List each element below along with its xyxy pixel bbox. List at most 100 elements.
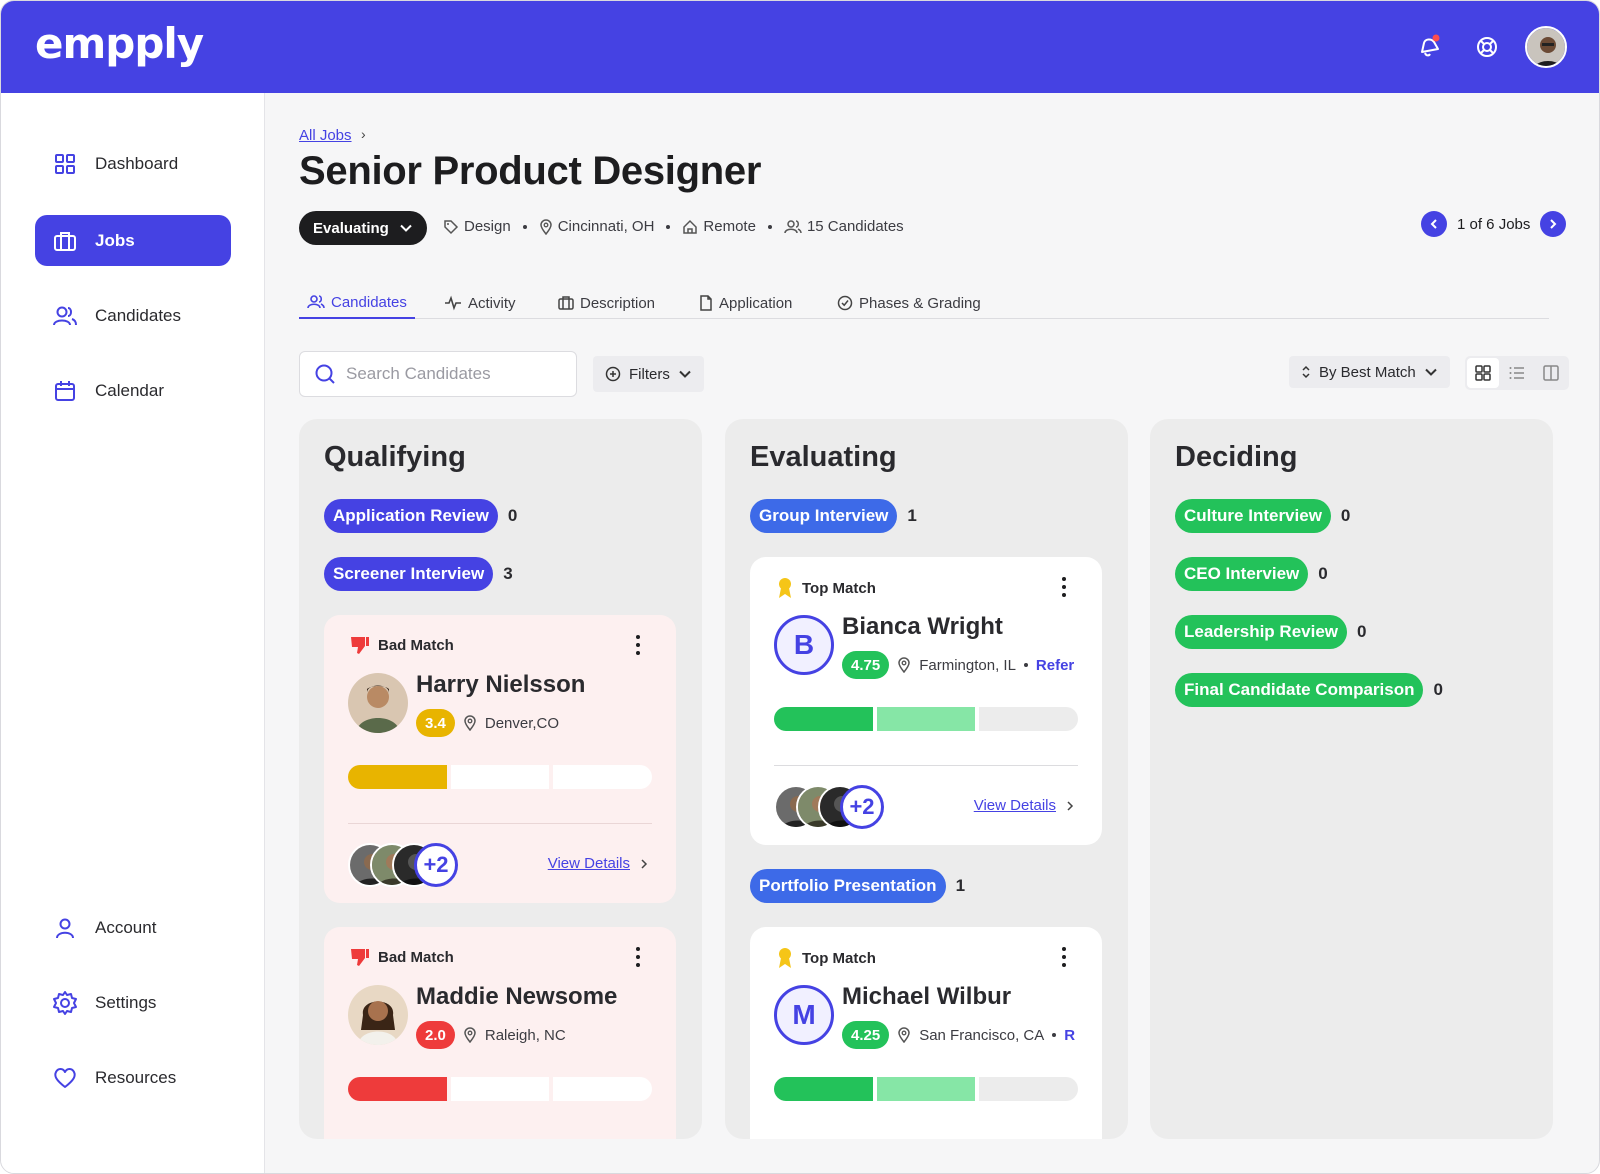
more-options-icon[interactable] [628, 945, 648, 969]
job-pager: 1 of 6 Jobs [1421, 211, 1567, 237]
sidebar-item-jobs[interactable]: Jobs [35, 215, 231, 266]
phase-pill[interactable]: Final Candidate Comparison [1175, 673, 1424, 707]
sidebar-item-account[interactable]: Account [35, 902, 231, 953]
check-circle-icon [837, 295, 853, 311]
refer-link[interactable]: Refer [1036, 657, 1074, 674]
phase-pill[interactable]: Application Review [324, 499, 498, 533]
phase-application-review: Application Review 0 [324, 499, 517, 533]
more-options-icon[interactable] [1054, 575, 1074, 599]
sidebar-item-label: Candidates [95, 305, 182, 325]
tab-application[interactable]: Application [699, 287, 792, 319]
candidate-card[interactable]: Bad Match Harry Nielsson 3.4 Denver,CO +… [324, 615, 676, 903]
meta-separator [522, 224, 527, 229]
candidate-card[interactable]: Top Match B Bianca Wright 4.75 Farmingto… [750, 557, 1102, 845]
filters-button[interactable]: Filters [593, 356, 704, 392]
more-options-icon[interactable] [1054, 945, 1074, 969]
tab-activity[interactable]: Activity [444, 287, 516, 319]
tab-phases-grading[interactable]: Phases & Grading [837, 287, 981, 319]
meta-separator [666, 224, 671, 229]
users-icon [784, 219, 802, 233]
candidate-name[interactable]: Bianca Wright [842, 613, 1003, 641]
candidate-initial-avatar: B [774, 615, 834, 675]
grade-progress-bar [348, 1077, 653, 1101]
sidebar-item-label: Settings [95, 992, 157, 1012]
tab-description[interactable]: Description [558, 287, 655, 319]
chevron-down-icon [679, 370, 691, 378]
sidebar-item-candidates[interactable]: Candidates [35, 290, 231, 341]
phase-group-interview: Group Interview 1 [750, 499, 917, 533]
sidebar-item-dashboard[interactable]: Dashboard [35, 138, 231, 189]
candidate-name[interactable]: Harry Nielsson [416, 671, 585, 699]
chevron-down-icon [1424, 368, 1437, 376]
candidate-name[interactable]: Michael Wilbur [842, 983, 1011, 1011]
more-options-icon[interactable] [628, 633, 648, 657]
logo[interactable]: empply [35, 19, 204, 68]
location-pin-icon [464, 1027, 476, 1043]
home-icon [683, 219, 698, 234]
phase-count: 1 [955, 876, 966, 895]
match-badge: Bad Match [350, 947, 454, 967]
sort-dropdown[interactable]: By Best Match [1289, 356, 1450, 388]
phase-pill[interactable]: CEO Interview [1175, 557, 1309, 591]
activity-pulse-icon [445, 295, 461, 311]
chevron-down-icon [400, 224, 412, 232]
sidebar-item-label: Dashboard [95, 153, 179, 173]
previous-job-button[interactable] [1421, 211, 1447, 237]
search-input[interactable] [346, 364, 566, 384]
phase-count: 0 [1433, 680, 1443, 699]
column-title: Evaluating [750, 441, 897, 473]
view-details-link[interactable]: View Details [974, 797, 1074, 814]
location-pin-icon [898, 1027, 910, 1043]
candidate-card[interactable]: Bad Match Maddie Newsome 2.0 Raleigh, NC [324, 927, 676, 1139]
phase-pill[interactable]: Screener Interview [324, 557, 494, 591]
sidebar-item-resources[interactable]: Resources [35, 1052, 231, 1103]
meta-separator [767, 224, 772, 229]
job-pager-text: 1 of 6 Jobs [1457, 215, 1531, 233]
app-window: empply Dashboard Jobs Candidates Calenda… [0, 0, 1600, 1174]
phase-count: 0 [1318, 564, 1328, 583]
list-view-button[interactable] [1501, 358, 1533, 388]
help-lifebuoy-icon[interactable] [1471, 31, 1503, 63]
candidate-name[interactable]: Maddie Newsome [416, 983, 617, 1011]
phase-pill[interactable]: Group Interview [750, 499, 898, 533]
notification-bell-icon[interactable] [1413, 31, 1445, 63]
next-job-button[interactable] [1540, 211, 1567, 237]
candidate-location: San Francisco, CA [919, 1026, 1045, 1044]
user-avatar[interactable] [1525, 26, 1567, 68]
phase-pill[interactable]: Culture Interview [1175, 499, 1331, 533]
board-view-button[interactable] [1467, 358, 1499, 388]
score-badge: 4.25 [842, 1021, 890, 1049]
phase-pill[interactable]: Portfolio Presentation [750, 869, 946, 903]
sidebar-item-label: Resources [95, 1067, 177, 1087]
more-reviewers-badge[interactable]: +2 [840, 785, 884, 829]
view-details-label: View Details [973, 797, 1056, 814]
phase-count: 1 [907, 506, 917, 525]
more-reviewers-badge[interactable]: +2 [414, 843, 458, 887]
phase-portfolio-presentation: Portfolio Presentation 1 [750, 869, 965, 903]
grade-progress-bar [774, 707, 1079, 731]
columns-icon [1543, 365, 1559, 381]
view-details-link[interactable]: View Details [548, 855, 648, 872]
chevron-right-icon [1067, 800, 1074, 811]
tab-label: Description [580, 294, 656, 312]
refer-link[interactable]: R [1064, 1027, 1075, 1044]
split-view-button[interactable] [1535, 358, 1567, 388]
location-text: Cincinnati, OH [557, 218, 655, 235]
match-badge: Bad Match [350, 635, 454, 655]
sidebar-item-calendar[interactable]: Calendar [35, 365, 231, 416]
candidate-meta: 4.25 San Francisco, CA R [842, 1021, 1075, 1049]
phase-count: 0 [1357, 622, 1367, 641]
sort-label: By Best Match [1319, 363, 1416, 381]
phase-pill[interactable]: Leadership Review [1175, 615, 1348, 649]
score-badge: 4.75 [842, 651, 890, 679]
reviewer-avatars: +2 [348, 843, 468, 887]
tab-candidates[interactable]: Candidates [299, 287, 415, 319]
candidate-card[interactable]: Top Match M Michael Wilbur 4.25 San Fran… [750, 927, 1102, 1139]
sidebar-item-settings[interactable]: Settings [35, 977, 231, 1028]
view-details-label: View Details [547, 855, 630, 872]
meta-separator [1023, 663, 1028, 667]
briefcase-icon [51, 227, 79, 255]
job-status-dropdown[interactable]: Evaluating [299, 211, 427, 245]
badge-label: Top Match [802, 579, 876, 597]
breadcrumb-all-jobs[interactable]: All Jobs [299, 127, 352, 144]
